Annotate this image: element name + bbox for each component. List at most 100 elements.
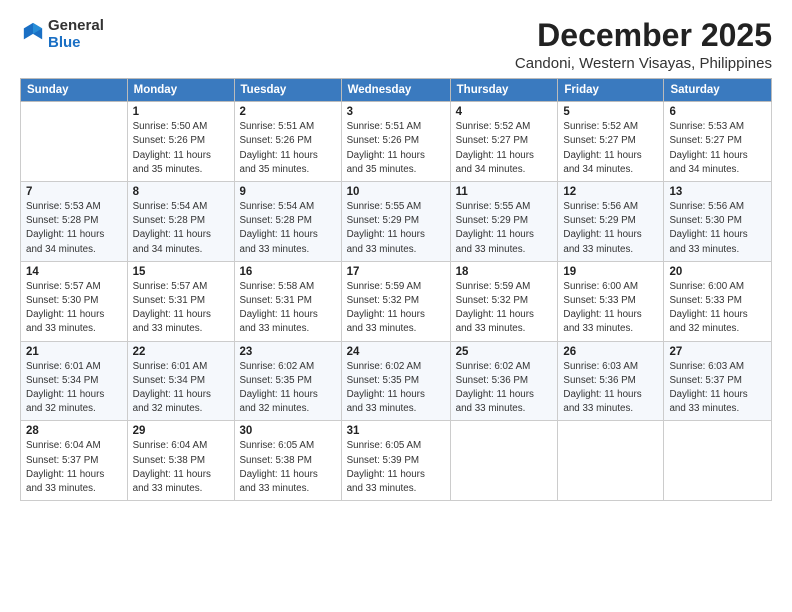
header: General Blue December 2025 Candoni, West… <box>20 18 772 72</box>
day-info: Sunrise: 6:01 AM Sunset: 5:34 PM Dayligh… <box>26 360 122 417</box>
day-number: 20 <box>669 266 766 278</box>
day-info: Sunrise: 6:05 AM Sunset: 5:39 PM Dayligh… <box>347 439 445 496</box>
day-info: Sunrise: 6:00 AM Sunset: 5:33 PM Dayligh… <box>563 280 658 337</box>
day-info: Sunrise: 5:58 AM Sunset: 5:31 PM Dayligh… <box>240 280 336 337</box>
day-number: 5 <box>563 106 658 118</box>
page: General Blue December 2025 Candoni, West… <box>0 0 792 612</box>
day-number: 19 <box>563 266 658 278</box>
calendar-cell: 31 Sunrise: 6:05 AM Sunset: 5:39 PM Dayli… <box>341 421 450 501</box>
logo-blue-text: Blue <box>48 35 104 52</box>
day-number: 24 <box>347 346 445 358</box>
day-info: Sunrise: 6:01 AM Sunset: 5:34 PM Dayligh… <box>133 360 229 417</box>
calendar-cell: 19 Sunrise: 6:00 AM Sunset: 5:33 PM Dayli… <box>558 261 664 341</box>
calendar-cell: 21 Sunrise: 6:01 AM Sunset: 5:34 PM Dayli… <box>21 341 128 421</box>
calendar-cell: 4 Sunrise: 5:52 AM Sunset: 5:27 PM Daylig… <box>450 102 558 182</box>
day-number: 1 <box>133 106 229 118</box>
day-number: 23 <box>240 346 336 358</box>
day-info: Sunrise: 6:02 AM Sunset: 5:35 PM Dayligh… <box>347 360 445 417</box>
calendar-cell: 28 Sunrise: 6:04 AM Sunset: 5:37 PM Dayli… <box>21 421 128 501</box>
calendar-cell: 9 Sunrise: 5:54 AM Sunset: 5:28 PM Daylig… <box>234 182 341 262</box>
logo-general-text: General <box>48 18 104 35</box>
day-info: Sunrise: 6:02 AM Sunset: 5:36 PM Dayligh… <box>456 360 553 417</box>
day-number: 17 <box>347 266 445 278</box>
calendar-cell: 16Sunrise: 5:58 AM Sunset: 5:31 PM Dayli… <box>234 261 341 341</box>
calendar-cell: 24 Sunrise: 6:02 AM Sunset: 5:35 PM Dayli… <box>341 341 450 421</box>
day-number: 31 <box>347 425 445 437</box>
day-number: 25 <box>456 346 553 358</box>
week-row-5: 28 Sunrise: 6:04 AM Sunset: 5:37 PM Dayli… <box>21 421 772 501</box>
day-number: 13 <box>669 186 766 198</box>
month-title: December 2025 <box>515 18 772 53</box>
day-number: 12 <box>563 186 658 198</box>
calendar-cell: 13 Sunrise: 5:56 AM Sunset: 5:30 PM Dayli… <box>664 182 772 262</box>
calendar-cell: 25 Sunrise: 6:02 AM Sunset: 5:36 PM Dayli… <box>450 341 558 421</box>
day-number: 30 <box>240 425 336 437</box>
calendar-cell: 17 Sunrise: 5:59 AM Sunset: 5:32 PM Dayli… <box>341 261 450 341</box>
day-number: 9 <box>240 186 336 198</box>
calendar-cell: 30 Sunrise: 6:05 AM Sunset: 5:38 PM Dayli… <box>234 421 341 501</box>
weekday-header-friday: Friday <box>558 79 664 102</box>
day-info: Sunrise: 5:52 AM Sunset: 5:27 PM Dayligh… <box>563 120 658 177</box>
weekday-header-monday: Monday <box>127 79 234 102</box>
day-info: Sunrise: 5:59 AM Sunset: 5:32 PM Dayligh… <box>456 280 553 337</box>
day-info: Sunrise: 6:02 AM Sunset: 5:35 PM Dayligh… <box>240 360 336 417</box>
day-info: Sunrise: 5:54 AM Sunset: 5:28 PM Dayligh… <box>133 200 229 257</box>
calendar-cell <box>664 421 772 501</box>
calendar-cell: 14Sunrise: 5:57 AM Sunset: 5:30 PM Dayli… <box>21 261 128 341</box>
day-number: 18 <box>456 266 553 278</box>
day-info: Sunrise: 5:57 AM Sunset: 5:31 PM Dayligh… <box>133 280 229 337</box>
calendar-cell <box>21 102 128 182</box>
weekday-header-row: SundayMondayTuesdayWednesdayThursdayFrid… <box>21 79 772 102</box>
logo: General Blue <box>20 18 104 51</box>
calendar-cell: 5 Sunrise: 5:52 AM Sunset: 5:27 PM Daylig… <box>558 102 664 182</box>
calendar-cell: 3 Sunrise: 5:51 AM Sunset: 5:26 PM Daylig… <box>341 102 450 182</box>
calendar-cell: 20 Sunrise: 6:00 AM Sunset: 5:33 PM Dayli… <box>664 261 772 341</box>
day-number: 29 <box>133 425 229 437</box>
title-block: December 2025 Candoni, Western Visayas, … <box>515 18 772 72</box>
calendar-cell <box>558 421 664 501</box>
calendar-cell: 29Sunrise: 6:04 AM Sunset: 5:38 PM Dayli… <box>127 421 234 501</box>
calendar-cell: 18 Sunrise: 5:59 AM Sunset: 5:32 PM Dayli… <box>450 261 558 341</box>
day-info: Sunrise: 5:53 AM Sunset: 5:28 PM Dayligh… <box>26 200 122 257</box>
calendar-cell: 26Sunrise: 6:03 AM Sunset: 5:36 PM Dayli… <box>558 341 664 421</box>
day-number: 21 <box>26 346 122 358</box>
day-info: Sunrise: 6:04 AM Sunset: 5:37 PM Dayligh… <box>26 439 122 496</box>
weekday-header-thursday: Thursday <box>450 79 558 102</box>
day-info: Sunrise: 5:54 AM Sunset: 5:28 PM Dayligh… <box>240 200 336 257</box>
day-number: 28 <box>26 425 122 437</box>
week-row-4: 21 Sunrise: 6:01 AM Sunset: 5:34 PM Dayli… <box>21 341 772 421</box>
weekday-header-saturday: Saturday <box>664 79 772 102</box>
week-row-3: 14Sunrise: 5:57 AM Sunset: 5:30 PM Dayli… <box>21 261 772 341</box>
day-info: Sunrise: 6:03 AM Sunset: 5:37 PM Dayligh… <box>669 360 766 417</box>
day-info: Sunrise: 6:05 AM Sunset: 5:38 PM Dayligh… <box>240 439 336 496</box>
day-info: Sunrise: 5:53 AM Sunset: 5:27 PM Dayligh… <box>669 120 766 177</box>
day-number: 6 <box>669 106 766 118</box>
day-info: Sunrise: 6:00 AM Sunset: 5:33 PM Dayligh… <box>669 280 766 337</box>
day-number: 3 <box>347 106 445 118</box>
day-info: Sunrise: 5:55 AM Sunset: 5:29 PM Dayligh… <box>456 200 553 257</box>
day-info: Sunrise: 6:03 AM Sunset: 5:36 PM Dayligh… <box>563 360 658 417</box>
day-number: 7 <box>26 186 122 198</box>
day-number: 27 <box>669 346 766 358</box>
day-number: 11 <box>456 186 553 198</box>
location-title: Candoni, Western Visayas, Philippines <box>515 55 772 72</box>
day-number: 4 <box>456 106 553 118</box>
day-info: Sunrise: 5:50 AM Sunset: 5:26 PM Dayligh… <box>133 120 229 177</box>
day-info: Sunrise: 5:52 AM Sunset: 5:27 PM Dayligh… <box>456 120 553 177</box>
calendar-cell: 2Sunrise: 5:51 AM Sunset: 5:26 PM Daylig… <box>234 102 341 182</box>
day-number: 2 <box>240 106 336 118</box>
calendar-cell: 23 Sunrise: 6:02 AM Sunset: 5:35 PM Dayli… <box>234 341 341 421</box>
day-info: Sunrise: 5:59 AM Sunset: 5:32 PM Dayligh… <box>347 280 445 337</box>
week-row-2: 7 Sunrise: 5:53 AM Sunset: 5:28 PM Daylig… <box>21 182 772 262</box>
calendar-table: SundayMondayTuesdayWednesdayThursdayFrid… <box>20 78 772 501</box>
day-info: Sunrise: 5:56 AM Sunset: 5:30 PM Dayligh… <box>669 200 766 257</box>
calendar-cell: 15Sunrise: 5:57 AM Sunset: 5:31 PM Dayli… <box>127 261 234 341</box>
calendar-cell: 6 Sunrise: 5:53 AM Sunset: 5:27 PM Daylig… <box>664 102 772 182</box>
day-number: 10 <box>347 186 445 198</box>
calendar-cell: 8Sunrise: 5:54 AM Sunset: 5:28 PM Daylig… <box>127 182 234 262</box>
day-info: Sunrise: 5:56 AM Sunset: 5:29 PM Dayligh… <box>563 200 658 257</box>
calendar-cell: 1 Sunrise: 5:50 AM Sunset: 5:26 PM Daylig… <box>127 102 234 182</box>
day-info: Sunrise: 5:51 AM Sunset: 5:26 PM Dayligh… <box>347 120 445 177</box>
day-number: 22 <box>133 346 229 358</box>
weekday-header-tuesday: Tuesday <box>234 79 341 102</box>
